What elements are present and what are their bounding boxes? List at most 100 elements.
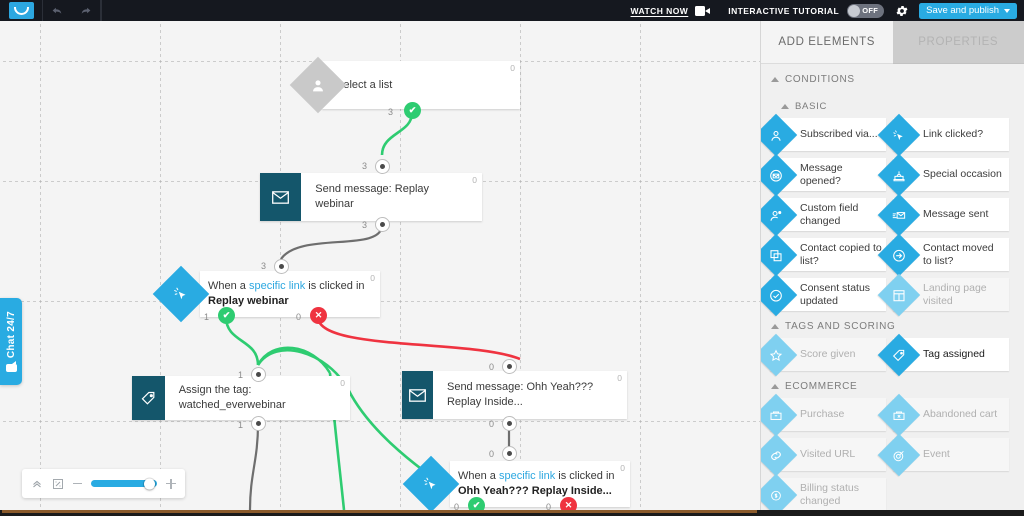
dollar-refresh-icon	[769, 487, 784, 502]
zoom-control[interactable]	[22, 469, 185, 498]
tile-landing-page-visited[interactable]: Landing page visited	[893, 278, 1009, 311]
tile-visited-url[interactable]: Visited URL	[770, 438, 886, 471]
chat-support-label: Chat 24/7	[6, 311, 17, 358]
copy-icon	[769, 247, 784, 262]
tab-add-elements[interactable]: ADD ELEMENTS	[761, 21, 893, 64]
port-assign-tag-in[interactable]	[251, 367, 266, 382]
port-link-ohh-in[interactable]	[502, 446, 517, 461]
tile-label: Billing status changed	[800, 482, 886, 507]
port-label-link-replay-in: 3	[261, 261, 266, 271]
tile-tag-assigned[interactable]: Tag assigned	[893, 338, 1009, 371]
gear-icon[interactable]	[895, 4, 909, 18]
subsection-header-basic[interactable]: BASIC	[761, 91, 1024, 118]
chevrons-up-icon[interactable]	[31, 478, 43, 490]
node-assign-tag-label: Assign the tag: watched_everwebinar	[179, 383, 336, 413]
tile-consent-status-updated[interactable]: Consent status updated	[770, 278, 886, 311]
tile-label: Subscribed via...	[800, 128, 882, 141]
node-send-ohh-yeah[interactable]: Send message: Ohh Yeah??? Replay Inside.…	[402, 371, 627, 419]
node-select-list[interactable]: Select a list 0	[322, 61, 520, 109]
app-root: WATCH NOW INTERACTIVE TUTORIAL OFF Save …	[0, 0, 1024, 516]
section-header-ecommerce[interactable]: ECOMMERCE	[761, 371, 1024, 398]
sidebar-tabs: ADD ELEMENTS PROPERTIES	[761, 21, 1024, 64]
link-clicked-icon	[422, 475, 440, 493]
port-select-list-out-yes[interactable]: ✔	[404, 102, 421, 119]
node-select-list-icon-diamond[interactable]	[298, 65, 338, 105]
tile-link-clicked[interactable]: Link clicked?	[893, 118, 1009, 151]
port-assign-tag-out[interactable]	[251, 416, 266, 431]
cake-icon	[892, 167, 907, 182]
save-and-publish-button[interactable]: Save and publish	[919, 3, 1017, 19]
port-link-replay-no[interactable]: ✕	[310, 307, 327, 324]
tile-event[interactable]: Event	[893, 438, 1009, 471]
fit-to-screen-icon[interactable]	[52, 478, 64, 490]
tab-properties[interactable]: PROPERTIES	[893, 21, 1024, 64]
window-bottom-edge	[0, 510, 1024, 516]
redo-icon[interactable]	[78, 4, 93, 17]
section-header-conditions[interactable]: CONDITIONS	[761, 64, 1024, 91]
connector-neutral	[250, 424, 258, 510]
tile-purchase[interactable]: Purchase	[770, 398, 886, 431]
workflow-canvas[interactable]: Select a list 0 Send message: Repl	[0, 21, 760, 510]
tile-custom-field-changed[interactable]: Custom field changed	[770, 198, 886, 231]
node-send-ohh-count: 0	[617, 373, 622, 383]
zoom-out-button[interactable]	[73, 483, 82, 485]
port-link-ohh-no[interactable]: ✕	[560, 497, 577, 510]
chain-icon	[769, 447, 784, 462]
connector-yes	[258, 348, 330, 373]
video-camera-icon[interactable]	[695, 6, 710, 16]
section-header-tags-and-scoring[interactable]: TAGS AND SCORING	[761, 311, 1024, 338]
tile-label: Contact moved to list?	[923, 242, 1009, 267]
watch-now-link[interactable]: WATCH NOW	[631, 6, 689, 16]
toggle-knob	[848, 5, 860, 17]
tile-special-occasion[interactable]: Special occasion	[893, 158, 1009, 191]
port-label-select-list-out: 3	[388, 107, 393, 117]
tile-subscribed-via[interactable]: Subscribed via...	[770, 118, 886, 151]
tiles-tags-and-scoring: Score given Tag assigned	[761, 338, 1024, 371]
port-label-link-replay-no: 0	[296, 312, 301, 322]
node-link-clicked-replay-icon-diamond[interactable]	[160, 273, 202, 315]
envelope-icon	[409, 389, 426, 402]
save-and-publish-label: Save and publish	[926, 5, 999, 16]
link-clicked-icon	[172, 285, 190, 303]
port-send-replay-in[interactable]	[375, 159, 390, 174]
app-logo[interactable]	[0, 0, 43, 21]
node-send-ohh-body: Send message: Ohh Yeah??? Replay Inside.…	[433, 371, 627, 419]
port-link-replay-yes[interactable]: ✔	[218, 307, 235, 324]
chevron-up-icon	[771, 384, 779, 389]
node-assign-tag[interactable]: Assign the tag: watched_everwebinar 0	[132, 376, 350, 420]
zoom-slider-handle[interactable]	[144, 478, 155, 489]
chat-support-tab[interactable]: Chat 24/7	[0, 298, 22, 385]
getresponse-logo-icon	[9, 2, 34, 19]
node-send-replay-icon	[260, 173, 301, 221]
tile-message-sent[interactable]: Message sent	[893, 198, 1009, 231]
star-icon	[769, 347, 784, 362]
port-send-ohh-in[interactable]	[502, 359, 517, 374]
check-circle-icon-diamond	[760, 273, 797, 315]
zoom-slider[interactable]	[91, 480, 157, 487]
tile-abandoned-cart[interactable]: Abandoned cart	[893, 398, 1009, 431]
section-title-conditions: CONDITIONS	[785, 74, 855, 85]
node-send-ohh-icon	[402, 371, 433, 419]
port-label-assign-tag-out: 1	[238, 420, 243, 430]
port-send-ohh-out[interactable]	[502, 416, 517, 431]
person-icon	[310, 77, 327, 94]
node-link-clicked-replay-label: When a specific link is clicked in Repla…	[208, 279, 366, 309]
interactive-tutorial-toggle[interactable]: OFF	[847, 4, 884, 18]
tile-message-opened[interactable]: Message opened?	[770, 158, 886, 191]
zoom-in-button[interactable]	[166, 479, 176, 489]
node-send-replay-webinar[interactable]: Send message: Replay webinar 0	[260, 173, 482, 221]
port-link-ohh-yes[interactable]: ✔	[468, 497, 485, 510]
tile-contact-moved-to-list[interactable]: Contact moved to list?	[893, 238, 1009, 271]
node-link-clicked-ohh-icon-diamond[interactable]	[410, 463, 452, 505]
undo-icon[interactable]	[50, 4, 65, 17]
tag-icon	[892, 347, 907, 362]
tile-label: Special occasion	[923, 168, 1006, 181]
node-select-list-body: Select a list 0	[322, 61, 520, 109]
tile-contact-copied-to-list[interactable]: Contact copied to list?	[770, 238, 886, 271]
star-icon-diamond	[760, 333, 797, 375]
port-link-replay-in[interactable]	[274, 259, 289, 274]
person-gear-icon-diamond	[760, 193, 797, 235]
port-send-replay-out[interactable]	[375, 217, 390, 232]
tile-billing-status-changed[interactable]: Billing status changed	[770, 478, 886, 510]
tile-score-given[interactable]: Score given	[770, 338, 886, 371]
